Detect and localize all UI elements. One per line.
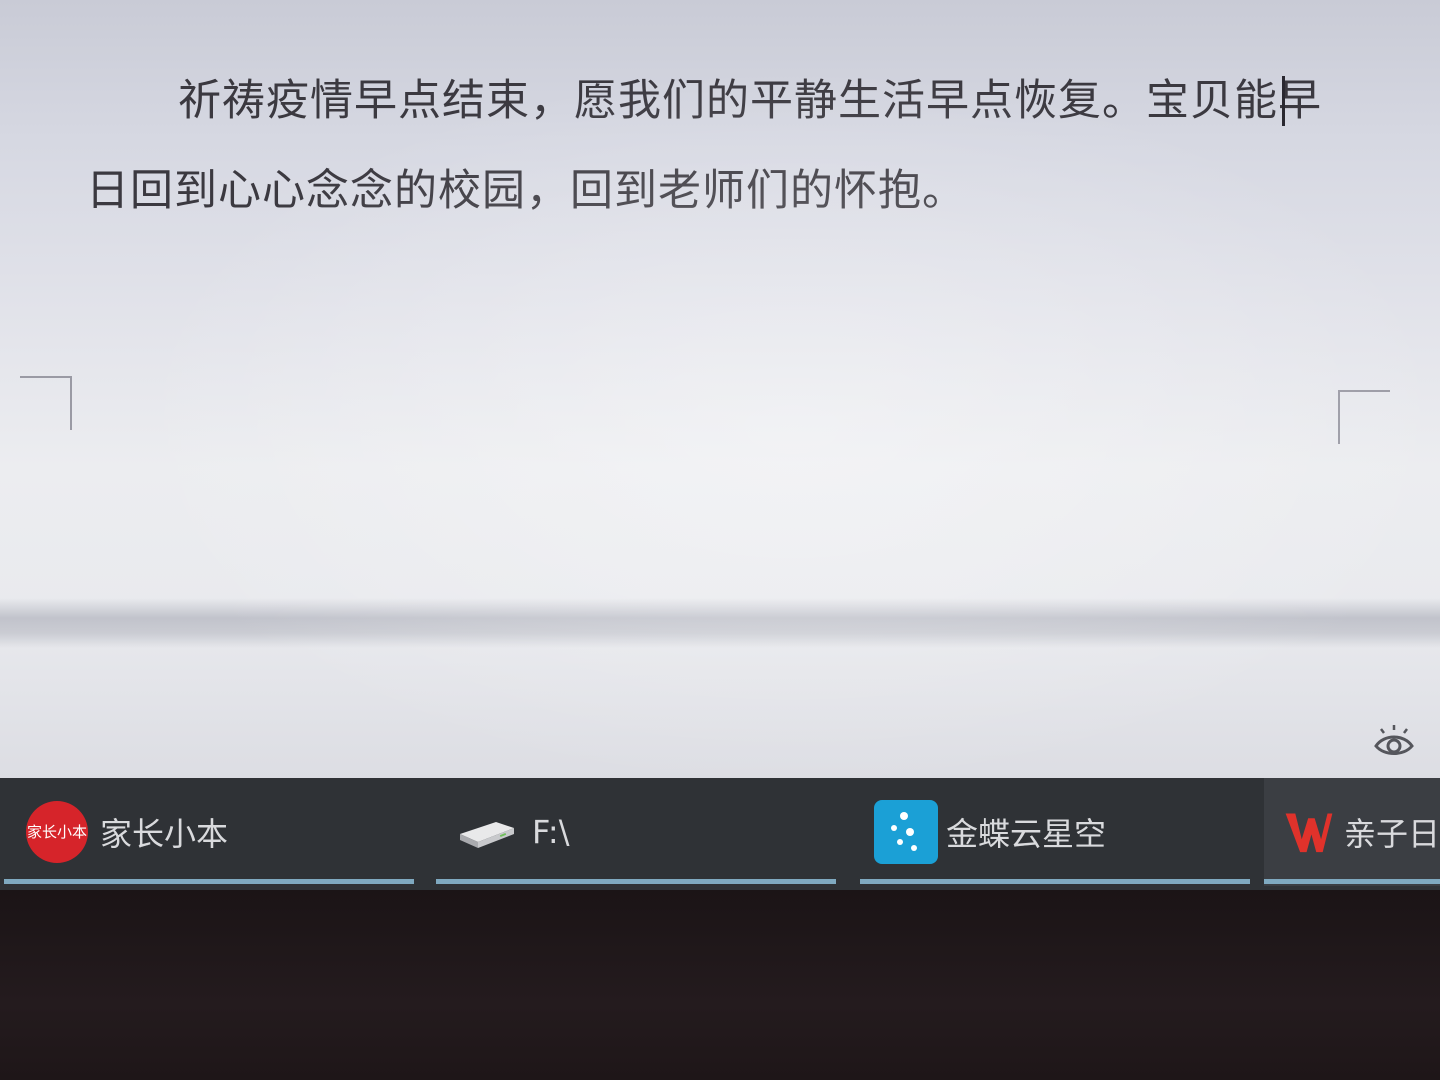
kingdee-logo	[874, 800, 938, 864]
taskbar-item-label: F:\	[532, 813, 570, 851]
document-paragraph[interactable]: 祈祷疫情早点结束，愿我们的平静生活早点恢复。宝贝能早日回到心心念念的校园，回到老…	[86, 56, 1326, 236]
taskbar-item-indicator	[436, 879, 836, 884]
document-editing-area[interactable]: 祈祷疫情早点结束，愿我们的平静生活早点恢复。宝贝能早日回到心心念念的校园，回到老…	[0, 0, 1440, 780]
taskbar-item-wps-document[interactable]: 亲子日	[1264, 778, 1440, 886]
wps-writer-logo	[1285, 813, 1333, 853]
kingdee-dots-icon	[891, 812, 917, 851]
taskbar-item-jiazhang-xiaoben[interactable]: 家长小本 家长小本	[4, 778, 414, 886]
taskbar-item-indicator	[1264, 879, 1440, 884]
monitor-bezel	[0, 890, 1440, 1080]
taskbar-item-label: 家长小本	[100, 815, 229, 853]
monitor-screen: 祈祷疫情早点结束，愿我们的平静生活早点恢复。宝贝能早日回到心心念念的校园，回到老…	[0, 0, 1440, 1080]
taskbar-item-kingdee[interactable]: 金蝶云星空	[860, 778, 1250, 886]
taskbar-item-label: 金蝶云星空	[946, 815, 1107, 853]
text-cursor	[1282, 76, 1285, 126]
jiazhang-xiaoben-logo: 家长小本	[26, 801, 88, 863]
page-break-gap	[0, 598, 1440, 648]
eye-icon[interactable]	[1372, 722, 1416, 766]
taskbar-item-indicator	[4, 879, 414, 884]
drive-icon	[460, 822, 514, 848]
taskbar-item-drive-f[interactable]: F:\	[436, 778, 836, 886]
left-margin-corner-mark	[20, 376, 72, 430]
right-margin-corner-mark	[1338, 390, 1390, 444]
taskbar-item-indicator	[860, 879, 1250, 884]
taskbar-item-label: 亲子日	[1343, 815, 1440, 853]
taskbar: 家长小本 家长小本 F:\ 金蝶云星空 亲子日	[0, 778, 1440, 890]
